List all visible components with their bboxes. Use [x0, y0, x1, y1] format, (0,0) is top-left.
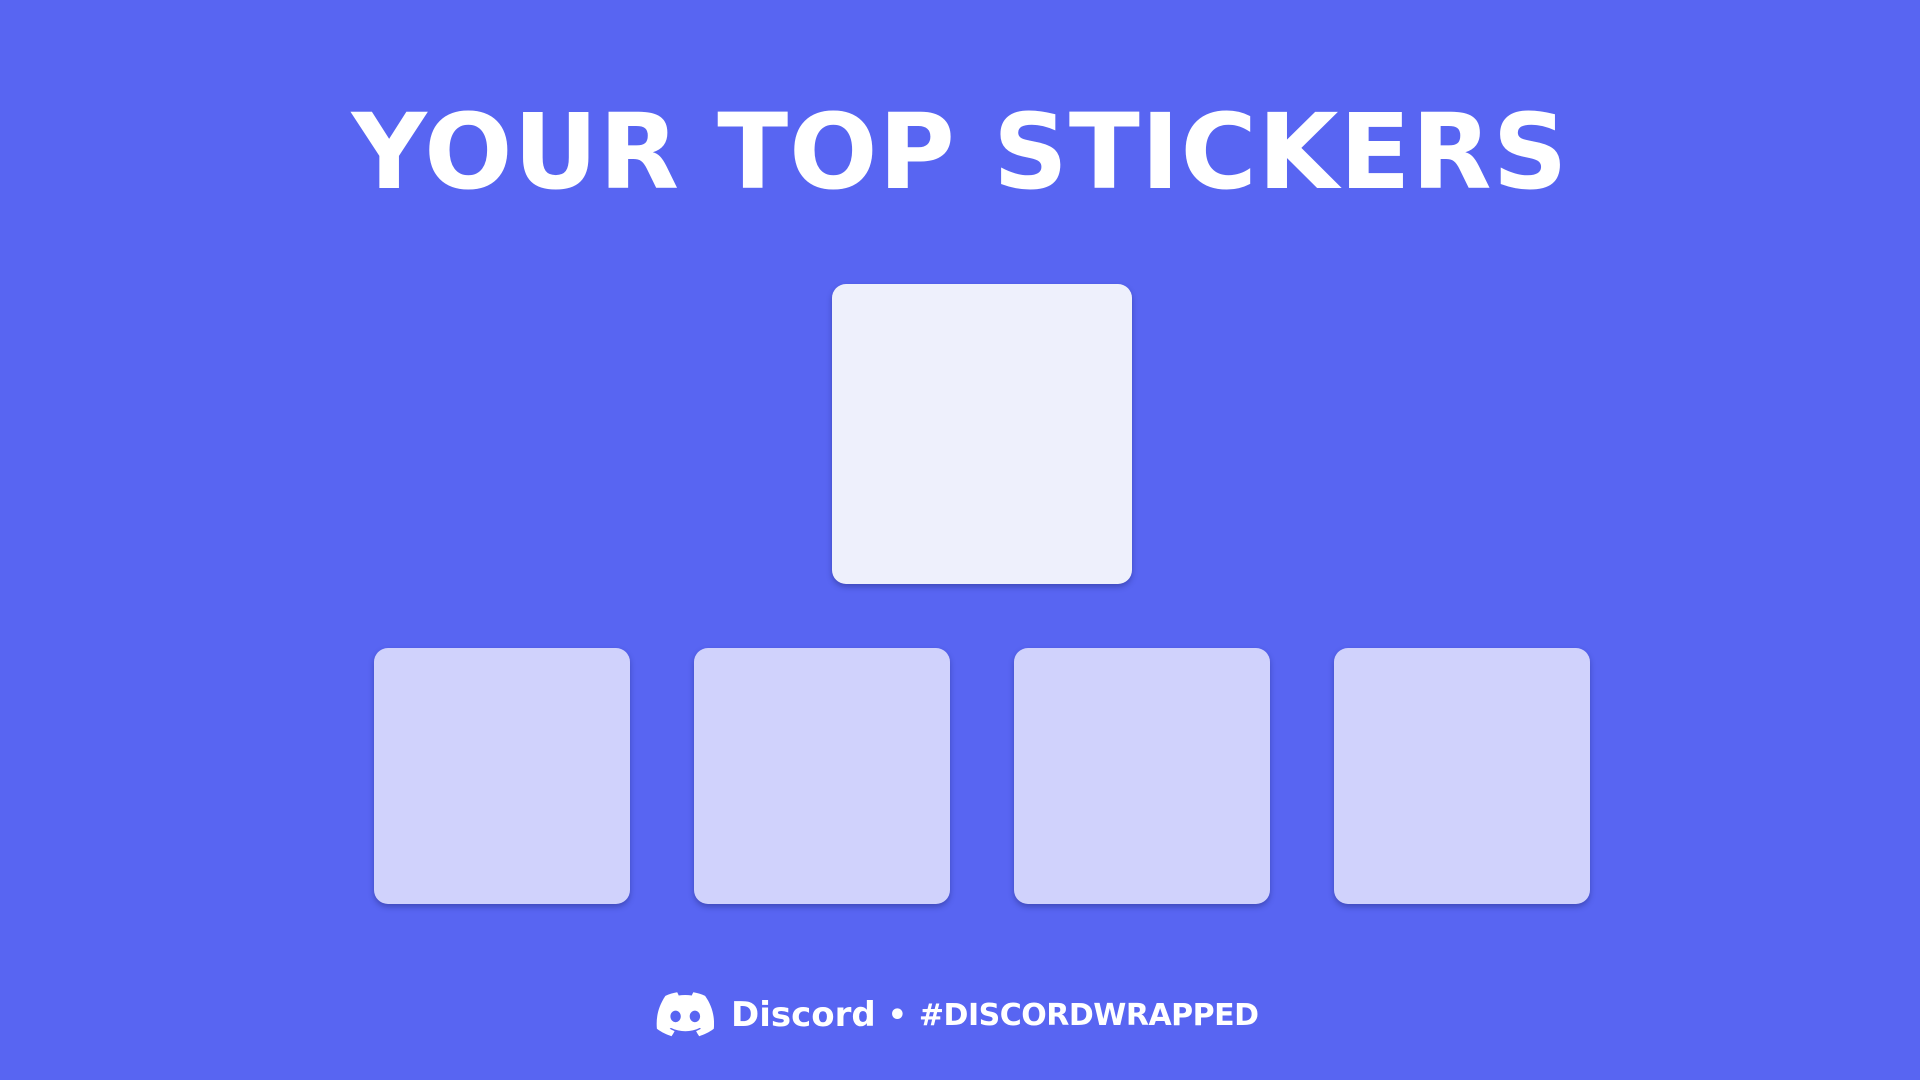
sticker-slot	[374, 648, 630, 904]
sticker-slot	[1334, 648, 1590, 904]
footer: Discord • #DISCORDWRAPPED	[656, 990, 1259, 1040]
discord-logo-icon	[656, 992, 715, 1038]
sticker-slot	[694, 648, 950, 904]
separator-dot: •	[887, 997, 907, 1033]
sticker-slot	[1014, 648, 1270, 904]
hashtag: #DISCORDWRAPPED	[918, 997, 1259, 1033]
top-stickers-card: YOUR TOP STICKERS Discord • #DISCORDWRAP…	[0, 0, 1920, 1080]
brand-name: Discord	[731, 995, 876, 1035]
top-sticker-slot	[832, 284, 1132, 584]
page-title: YOUR TOP STICKERS	[351, 91, 1569, 213]
